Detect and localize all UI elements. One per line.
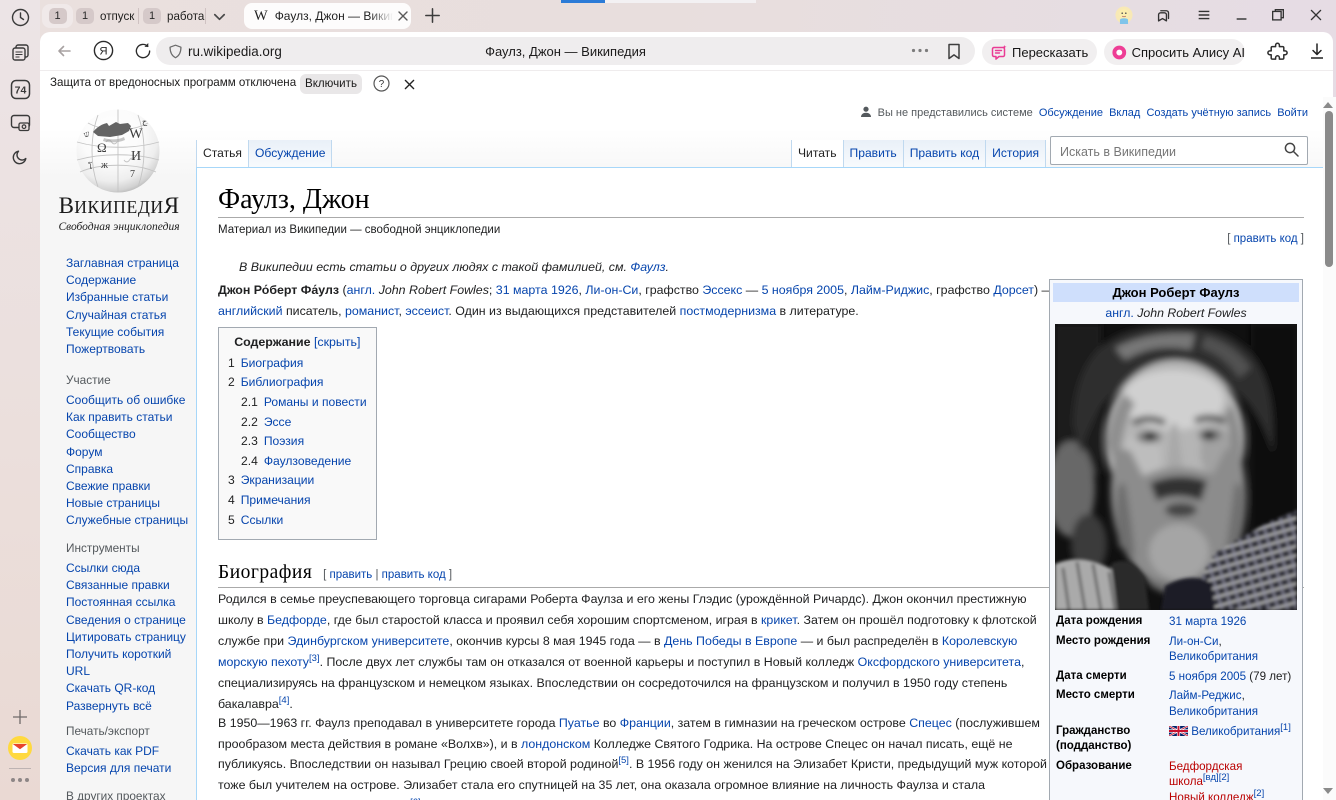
svg-text:Ω: Ω	[97, 140, 107, 155]
svg-text:ح: ح	[142, 117, 148, 126]
svg-text:7: 7	[130, 169, 135, 180]
svg-text:W: W	[129, 126, 143, 142]
svg-text:74: 74	[15, 85, 27, 97]
svg-text:Я: Я	[99, 46, 107, 58]
svg-text:ж: ж	[100, 160, 108, 171]
svg-text:И: И	[131, 149, 141, 164]
svg-text:โ: โ	[88, 161, 93, 171]
svg-text:?: ?	[379, 79, 385, 90]
